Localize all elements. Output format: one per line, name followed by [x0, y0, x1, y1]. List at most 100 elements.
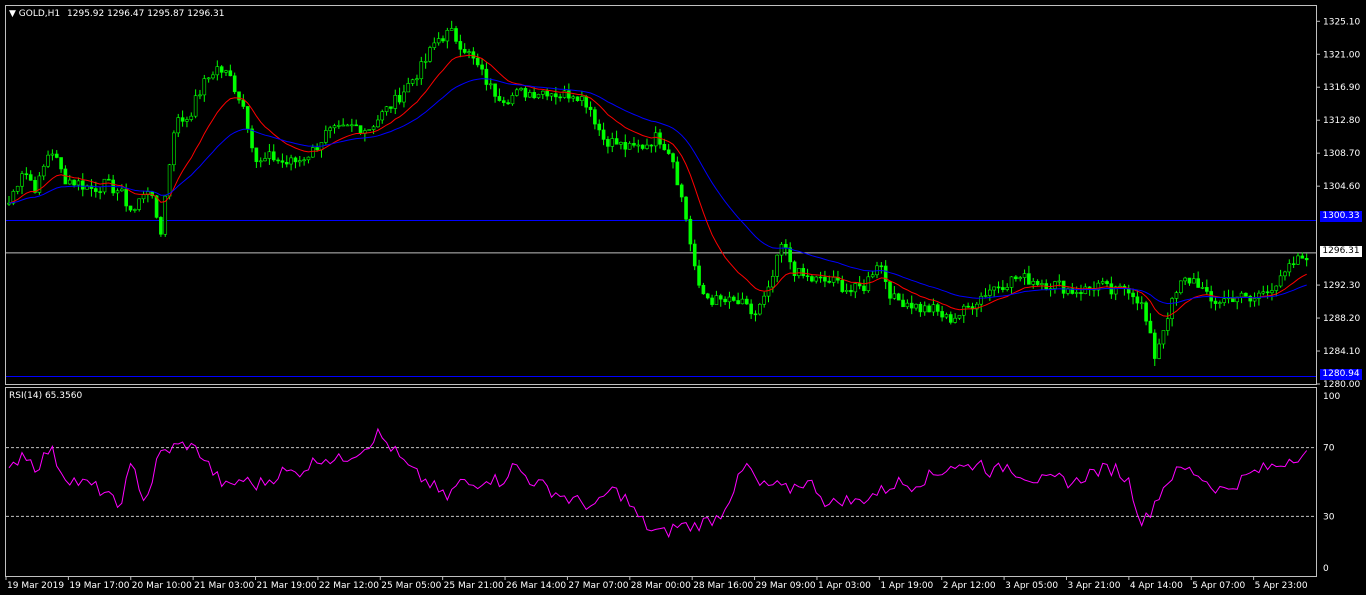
upper-level-tag: 1300.33 [1320, 211, 1362, 222]
candle-body [219, 66, 224, 73]
symbol-label: GOLD,H1 [18, 9, 61, 19]
candle-body [1148, 320, 1153, 334]
candle-body [1218, 302, 1222, 304]
candle-body [1170, 298, 1174, 319]
candle-body [862, 285, 866, 292]
candle-body [892, 293, 897, 299]
candle-body [276, 159, 280, 162]
time-label: 2 Apr 12:00 [943, 581, 996, 591]
candle-body [345, 124, 350, 127]
candle-body [324, 130, 328, 143]
candle-body [180, 117, 185, 122]
candle-body [397, 95, 402, 103]
candle-body [584, 96, 589, 108]
candle-body [571, 96, 576, 99]
candle-body [666, 149, 671, 154]
candle-body [80, 180, 85, 190]
candle-body [593, 109, 597, 125]
candle-body [24, 173, 29, 176]
candle-body [649, 144, 654, 147]
candle-body [54, 153, 59, 158]
candle-body [784, 243, 788, 249]
chart-window[interactable]: 1325.10 1321.00 1316.90 1312.80 1308.70 1304.… [0, 0, 1366, 595]
candle-body [944, 314, 949, 318]
rsi-tick-label: 0 [1323, 564, 1329, 574]
candle-body [922, 305, 927, 313]
candle-body [367, 129, 372, 131]
candle-body [541, 90, 545, 95]
candle-body [250, 128, 254, 149]
rsi-tick-label: 70 [1323, 444, 1335, 454]
candle-body [532, 92, 536, 99]
rsi-tick-label: 100 [1323, 392, 1340, 402]
candle-body [232, 75, 237, 93]
candle-body [814, 276, 819, 282]
candle-body [159, 217, 163, 235]
candle-body [215, 66, 220, 76]
candle-body [480, 64, 484, 70]
candle-body [1278, 275, 1283, 287]
time-label: 20 Mar 10:00 [132, 581, 192, 591]
candle-body [1161, 330, 1166, 345]
candle-body [575, 96, 580, 101]
candle-body [749, 303, 753, 315]
main-chart-frame [5, 5, 1317, 385]
candle-body [909, 302, 914, 309]
candle-body [614, 138, 619, 145]
candle-body [931, 304, 936, 313]
rsi-tick-label: 30 [1323, 512, 1335, 522]
ma-slow-line [8, 78, 1307, 305]
candle-body [1022, 273, 1027, 278]
candle-body [293, 157, 298, 163]
candle-body [758, 303, 762, 315]
candle-body [1296, 255, 1300, 265]
price-tick-label: 1288.20 [1323, 314, 1360, 324]
candle-body [1265, 291, 1270, 294]
candle-body [267, 151, 272, 159]
candle-body [1040, 283, 1044, 285]
candle-body [28, 174, 33, 181]
candle-body [580, 96, 584, 101]
candle-body [679, 184, 684, 198]
candle-body [50, 153, 55, 156]
candle-body [979, 295, 983, 305]
candle-body [1131, 292, 1135, 298]
price-tick-label: 1280.00 [1323, 380, 1360, 390]
price-tick-label: 1321.00 [1323, 50, 1360, 60]
price-tick-label: 1284.10 [1323, 347, 1360, 357]
rsi-frame [5, 387, 1317, 577]
candle-body [705, 293, 710, 299]
candle-body [167, 164, 172, 197]
candle-body [601, 129, 606, 140]
candle-body [402, 91, 406, 103]
candle-body [224, 70, 228, 73]
rsi-line [8, 427, 1308, 539]
candle-body [935, 304, 940, 312]
candle-body [1239, 292, 1244, 298]
candle-body [671, 153, 675, 163]
candle-body [419, 61, 424, 80]
time-label: 19 Mar 2019 [7, 581, 64, 591]
candle-body [98, 191, 102, 193]
candle-body [527, 92, 532, 98]
candle-body [20, 173, 24, 187]
candle-body [1165, 318, 1170, 331]
candle-body [380, 111, 385, 121]
dropdown-triangle-icon[interactable]: ▼ [9, 9, 16, 19]
candle-body [384, 106, 389, 112]
time-label: 5 Apr 07:00 [1192, 581, 1245, 591]
candle-body [714, 295, 719, 305]
candle-body [775, 254, 779, 277]
candle-body [857, 283, 862, 287]
time-label: 5 Apr 23:00 [1255, 581, 1308, 591]
candle-body [1157, 343, 1161, 359]
time-label: 1 Apr 03:00 [818, 581, 871, 591]
candle-body [801, 268, 806, 277]
candle-body [957, 314, 962, 319]
candle-body [840, 279, 845, 292]
chart-canvas[interactable]: 1325.10 1321.00 1316.90 1312.80 1308.70 1304.… [0, 0, 1366, 595]
candle-body [202, 78, 207, 96]
price-tick-label: 1292.30 [1323, 281, 1360, 291]
candle-body [354, 124, 359, 127]
candle-body [588, 106, 593, 110]
